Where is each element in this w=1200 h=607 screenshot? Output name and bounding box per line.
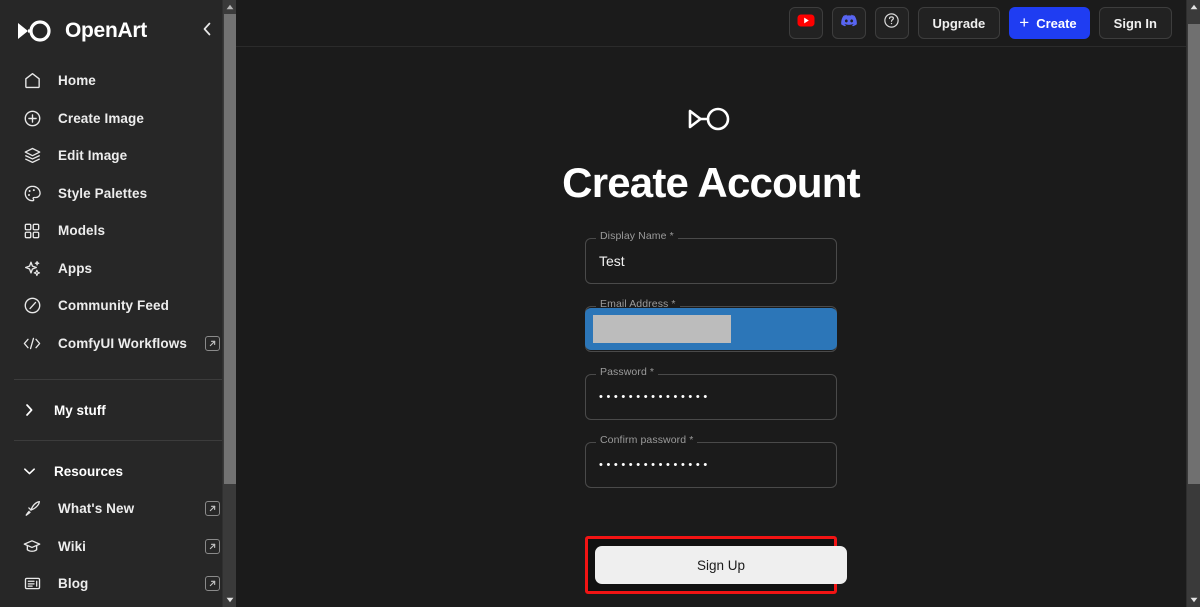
create-button-label: Create [1036, 15, 1077, 31]
discord-button[interactable] [831, 7, 866, 39]
sparkles-icon [22, 258, 42, 278]
palette-icon [22, 183, 42, 203]
scroll-up-arrow-icon[interactable] [223, 0, 236, 14]
sidebar-item-label: Wiki [58, 538, 87, 554]
discord-icon [840, 14, 858, 33]
sidebar-scrollbar[interactable] [222, 0, 236, 607]
sidebar-item-label: Apps [58, 260, 93, 276]
email-address-field[interactable]: Email Address * [585, 299, 837, 352]
sidebar-content: OpenArt Home Create Image Edit Image Sty… [0, 0, 236, 607]
password-label: Password * [596, 367, 659, 378]
arrow-up-right-icon [205, 335, 220, 351]
grid-squares-icon [22, 221, 42, 241]
chevron-down-icon [22, 464, 36, 478]
sidebar-nav: Home Create Image Edit Image Style Palet… [0, 62, 236, 368]
plus-circle-icon [22, 108, 42, 128]
help-button[interactable] [874, 7, 909, 39]
sign-up-button[interactable]: Sign Up [595, 546, 847, 584]
sidebar-item-models[interactable]: Models [0, 212, 236, 250]
openart-infinity-logo-icon [14, 18, 56, 44]
sidebar-item-label: Blog [58, 576, 89, 592]
upgrade-button[interactable]: Upgrade [917, 7, 1001, 39]
sidebar-item-label: Edit Image [58, 148, 128, 164]
sidebar-item-wiki[interactable]: Wiki [0, 528, 236, 566]
news-article-icon [22, 574, 42, 594]
brand-logo-link[interactable]: OpenArt [14, 18, 194, 44]
display-name-field[interactable]: Display Name * Test [585, 231, 837, 284]
sidebar-divider-2 [14, 440, 222, 441]
sidebar-item-edit-image[interactable]: Edit Image [0, 137, 236, 175]
chevron-right-icon [22, 403, 36, 417]
email-redaction-block [593, 315, 731, 343]
page-title: Create Account [562, 159, 860, 206]
sidebar-item-blog[interactable]: Blog [0, 565, 236, 603]
sidebar-item-community-feed[interactable]: Community Feed [0, 287, 236, 325]
sidebar-item-label: Models [58, 223, 106, 239]
sidebar-divider-1 [14, 379, 222, 380]
sidebar-header: OpenArt [0, 0, 236, 62]
confirm-password-label: Confirm password * [596, 435, 698, 446]
sidebar-section-label: My stuff [54, 402, 106, 418]
sign-up-highlight-box: Sign Up [585, 536, 847, 594]
sidebar-section-my-stuff[interactable]: My stuff [0, 391, 236, 429]
arrow-up-right-icon [205, 538, 220, 554]
confirm-password-field[interactable]: Confirm password * ••••••••••••••• [585, 435, 837, 488]
main-content: Upgrade + Create Sign In Create Account [236, 0, 1200, 607]
sidebar: OpenArt Home Create Image Edit Image Sty… [0, 0, 236, 607]
scroll-down-arrow-icon[interactable] [223, 593, 236, 607]
create-button[interactable]: + Create [1009, 7, 1090, 39]
sidebar-collapse-button[interactable] [194, 18, 220, 44]
sidebar-section-resources[interactable]: Resources [0, 452, 236, 490]
scroll-down-arrow-icon[interactable] [1187, 593, 1200, 607]
rocket-icon [22, 499, 42, 519]
signup-form: Display Name * Test Email Address * Pass… [585, 231, 847, 594]
sidebar-item-whats-new[interactable]: What's New [0, 490, 236, 528]
arrow-up-right-icon [205, 576, 220, 592]
youtube-icon [797, 14, 815, 32]
code-brackets-icon [22, 333, 42, 353]
sidebar-item-label: What's New [58, 501, 135, 517]
sidebar-item-create-image[interactable]: Create Image [0, 100, 236, 138]
sidebar-item-comfyui-workflows[interactable]: ComfyUI Workflows [0, 325, 236, 363]
sign-in-button[interactable]: Sign In [1098, 7, 1172, 39]
home-icon [22, 71, 42, 91]
chevron-left-icon [201, 21, 213, 42]
confirm-password-input[interactable]: ••••••••••••••• [585, 442, 837, 488]
main-scrollbar-thumb[interactable] [1188, 24, 1200, 484]
sidebar-item-label: Create Image [58, 110, 144, 126]
sidebar-item-label: Community Feed [58, 298, 169, 314]
sidebar-item-label: Style Palettes [58, 185, 148, 201]
sidebar-item-label: Home [58, 73, 96, 89]
sidebar-scrollbar-thumb[interactable] [224, 14, 236, 484]
sidebar-section-label: Resources [54, 463, 124, 479]
signup-form-container: Create Account Display Name * Test Email… [236, 47, 1200, 607]
sidebar-item-label: ComfyUI Workflows [58, 335, 187, 351]
display-name-label: Display Name * [596, 231, 678, 242]
password-field[interactable]: Password * ••••••••••••••• [585, 367, 837, 420]
layers-icon [22, 146, 42, 166]
display-name-input[interactable]: Test [585, 238, 837, 284]
sidebar-resources-list: What's New Wiki Blog [0, 490, 236, 607]
sidebar-item-home[interactable]: Home [0, 62, 236, 100]
compass-icon [22, 296, 42, 316]
youtube-button[interactable] [788, 7, 823, 39]
openart-signup-page: OpenArt Home Create Image Edit Image Sty… [0, 0, 1200, 607]
scroll-up-arrow-icon[interactable] [1187, 0, 1200, 14]
help-circle-icon [883, 12, 900, 34]
main-scrollbar[interactable] [1186, 0, 1200, 607]
graduation-cap-icon [22, 536, 42, 556]
sidebar-item-apps[interactable]: Apps [0, 250, 236, 288]
brand-name: OpenArt [65, 19, 147, 42]
openart-infinity-logo-icon [685, 104, 737, 134]
sidebar-item-style-palettes[interactable]: Style Palettes [0, 175, 236, 213]
arrow-up-right-icon [205, 501, 220, 517]
top-bar: Upgrade + Create Sign In [236, 0, 1200, 47]
plus-icon: + [1019, 13, 1030, 32]
password-input[interactable]: ••••••••••••••• [585, 374, 837, 420]
